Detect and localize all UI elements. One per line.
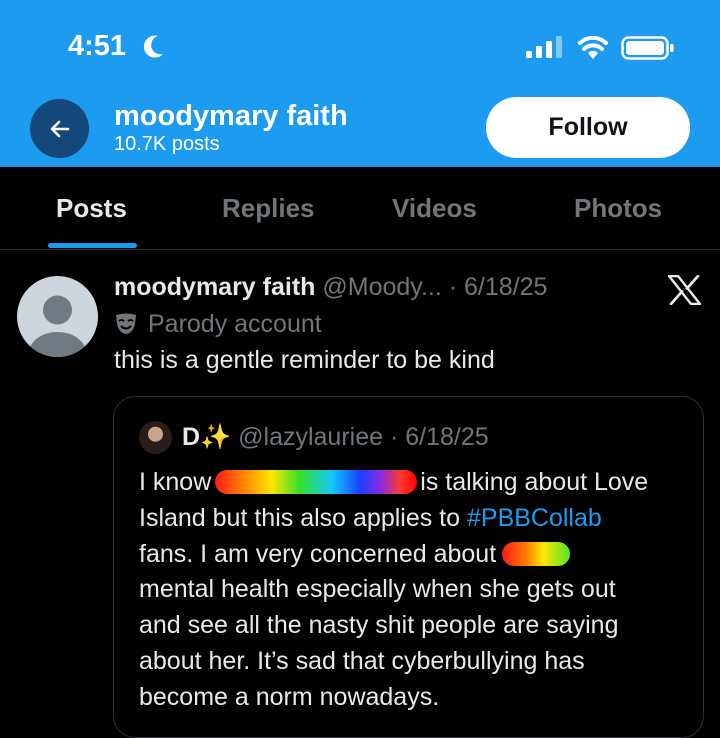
quote-line: mental health especially when she gets o…	[139, 575, 616, 604]
tab-replies[interactable]: Replies	[222, 193, 315, 224]
moon-icon	[143, 35, 163, 58]
quote-handle-date: @lazylauriee · 6/18/25	[238, 423, 489, 451]
quote-line: fans. I am very concerned about	[139, 537, 699, 573]
tab-posts[interactable]: Posts	[56, 193, 127, 224]
theater-mask-icon	[116, 313, 136, 334]
post-header: moodymary faith @Moody... · 6/18/25	[114, 273, 547, 302]
quote-header: D✨ @lazylauriee · 6/18/25	[182, 423, 489, 452]
quote-line: about her. It’s sad that cyberbullying h…	[139, 646, 585, 675]
post-text: this is a gentle reminder to be kind	[114, 346, 495, 374]
active-tab-indicator	[48, 243, 137, 248]
tab-videos[interactable]: Videos	[392, 193, 477, 224]
back-button[interactable]	[30, 99, 89, 158]
quote-line: I know is talking about Love	[139, 468, 649, 496]
redaction-scribble	[215, 470, 418, 494]
wifi-icon	[578, 35, 608, 59]
hashtag-link[interactable]: #PBBCollab	[467, 504, 602, 532]
posts-count: 10.7K posts	[114, 133, 220, 155]
profile-header: 4:51 moodymary faith 10.7K posts Follow	[0, 0, 720, 167]
x-logo-icon	[668, 275, 701, 305]
redaction-scribble	[502, 541, 571, 566]
post-handle-date: @Moody... · 6/18/25	[322, 273, 548, 301]
quoted-post[interactable]: D✨ @lazylauriee · 6/18/25 I know is talki…	[113, 396, 704, 738]
quote-line: Island but this also applies to #PBBColl…	[139, 503, 602, 532]
follow-button[interactable]: Follow	[486, 97, 690, 158]
status-time: 4:51	[68, 30, 127, 62]
parody-text: Parody account	[148, 310, 322, 338]
profile-name: moodymary faith	[114, 100, 348, 132]
quote-text: I know is talking about Love Island but t…	[139, 465, 699, 716]
back-arrow-icon	[50, 120, 69, 137]
quote-author-name: D✨	[182, 423, 232, 451]
battery-icon	[621, 36, 674, 60]
profile-tabs: Posts Replies Videos Photos	[0, 167, 720, 250]
signal-icon	[526, 36, 562, 58]
avatar[interactable]	[17, 276, 98, 357]
default-avatar-icon	[28, 295, 87, 357]
quote-avatar[interactable]	[139, 421, 172, 454]
quote-line: become a norm nowadays.	[139, 682, 440, 711]
parody-label: Parody account	[114, 310, 322, 339]
tab-photos[interactable]: Photos	[574, 193, 662, 224]
quote-line: and see all the nasty shit people are sa…	[139, 611, 619, 640]
post-author-name[interactable]: moodymary faith	[114, 273, 315, 301]
